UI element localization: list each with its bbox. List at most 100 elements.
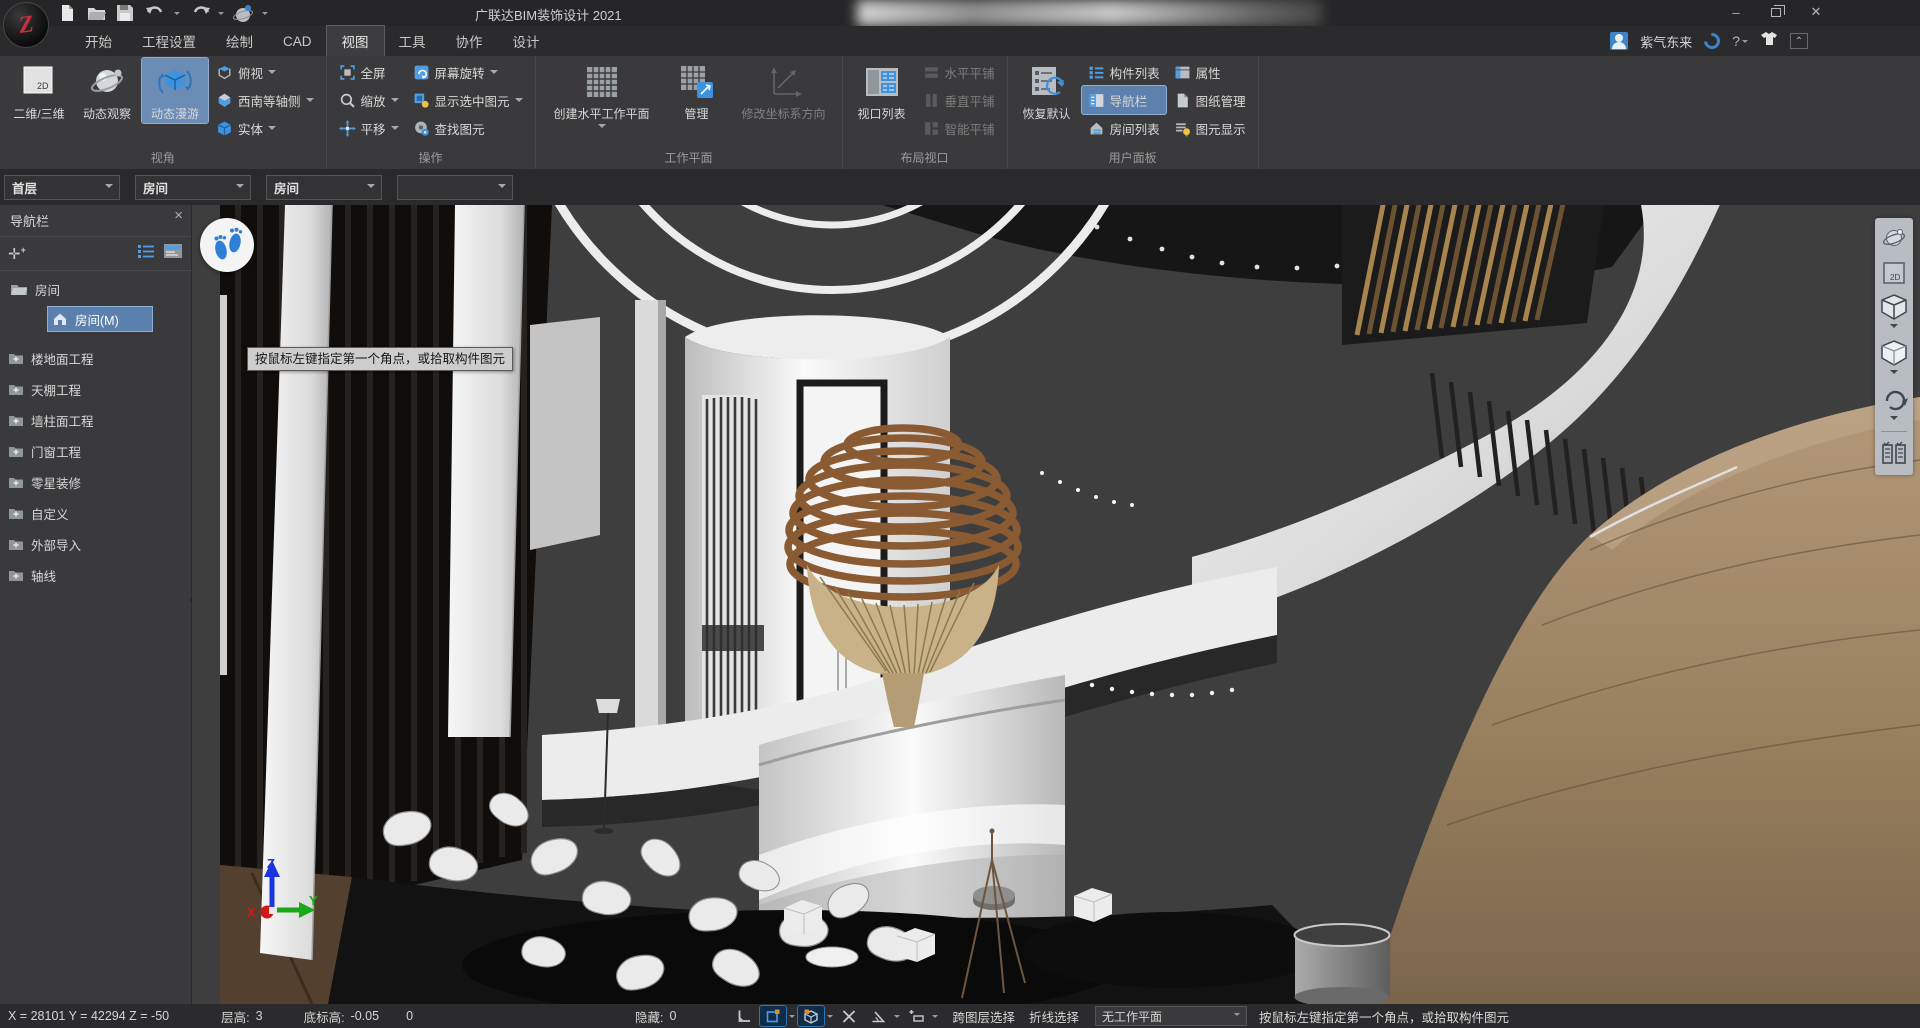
cube-select-mode-icon[interactable] <box>798 1006 824 1026</box>
close-icon[interactable]: ✕ <box>1807 4 1825 20</box>
floor-select[interactable]: 首层 <box>4 175 120 200</box>
angle-snap-caret-icon[interactable] <box>894 1015 900 1021</box>
snap-cross-icon[interactable] <box>836 1006 862 1026</box>
quick-access-more-icon[interactable] <box>262 12 268 18</box>
orbit-tool-icon[interactable] <box>1877 222 1911 256</box>
main-area: 导航栏 × ✛+ 房间 房间(M) <box>0 205 1920 1004</box>
open-file-icon[interactable] <box>87 4 107 22</box>
walk-mode-badge[interactable] <box>200 218 254 272</box>
tab-view[interactable]: 视图 <box>327 26 384 56</box>
measure-tool-icon[interactable] <box>903 1006 929 1026</box>
tab-start[interactable]: 开始 <box>70 26 127 56</box>
view-cube-2-icon[interactable] <box>1877 336 1911 370</box>
new-file-icon[interactable] <box>58 4 78 22</box>
angle-snap-icon[interactable] <box>865 1006 891 1026</box>
rect-select-mode-icon[interactable] <box>760 1006 786 1026</box>
btn-room-list[interactable]: 房间列表 <box>1082 114 1166 142</box>
tab-tools[interactable]: 工具 <box>384 26 441 56</box>
tree-item-door-window-works[interactable]: 门窗工程 <box>0 438 191 464</box>
btn-component-list[interactable]: 构件列表 <box>1082 58 1166 86</box>
save-icon[interactable] <box>116 4 136 22</box>
btn-element-display[interactable]: 图元显示 <box>1168 114 1252 142</box>
cross-layer-select-button[interactable]: 跨图层选择 <box>952 1007 1015 1026</box>
tab-collaborate[interactable]: 协作 <box>441 26 498 56</box>
dd-pan[interactable]: 平移 <box>333 114 405 142</box>
view-cube-caret-icon[interactable] <box>1890 324 1898 332</box>
panel-close-icon[interactable]: × <box>174 207 183 224</box>
view-cube-2-caret-icon[interactable] <box>1890 370 1898 378</box>
workplane-select[interactable]: 无工作平面 <box>1095 1006 1247 1026</box>
btn-navigation-bar[interactable]: 导航栏 <box>1082 86 1166 114</box>
sync-status-icon[interactable] <box>1701 30 1724 53</box>
ribbon-collapse-icon[interactable]: ⌃ <box>1790 33 1808 49</box>
axis-y-label: Y <box>309 893 318 908</box>
cube-select-caret-icon[interactable] <box>827 1015 833 1021</box>
measure-tool-caret-icon[interactable] <box>932 1015 938 1021</box>
top-view-caret-icon <box>268 70 276 78</box>
btn-create-workplane[interactable]: 创建水平工作平面 <box>542 58 662 133</box>
btn-viewport-list[interactable]: 视口列表 <box>849 58 915 123</box>
add-icon[interactable]: ✛+ <box>8 245 26 263</box>
polyline-select-button[interactable]: 折线选择 <box>1029 1007 1079 1026</box>
sync-sphere-icon[interactable] <box>233 4 253 22</box>
tab-project-settings[interactable]: 工程设置 <box>127 26 211 56</box>
redo-icon[interactable] <box>189 4 209 22</box>
viewport-3d[interactable]: 按鼠标左键指定第一个角点，或拾取构件图元 Z Y X 2D <box>192 205 1920 1004</box>
tree-item-room-m[interactable]: 房间(M) <box>48 307 152 331</box>
tree-item-external-import[interactable]: 外部导入 <box>0 531 191 557</box>
solid-caret-icon <box>268 126 276 134</box>
theme-icon[interactable] <box>1760 31 1778 51</box>
viewport-list-icon <box>861 61 903 103</box>
btn-dynamic-observe[interactable]: 动态观察 <box>74 58 140 123</box>
tab-design[interactable]: 设计 <box>498 26 555 56</box>
tree-item-misc-decoration[interactable]: 零星装修 <box>0 469 191 495</box>
user-avatar[interactable] <box>1610 32 1628 50</box>
display-settings-icon[interactable] <box>1877 437 1911 471</box>
dd-top-view[interactable]: 俯视 <box>210 58 320 86</box>
2d-3d-icon: 2D <box>18 61 60 103</box>
tree-item-ceiling-works[interactable]: 天棚工程 <box>0 376 191 402</box>
app-logo-icon[interactable]: Z <box>3 2 49 48</box>
btn-manage-workplane[interactable]: 管理 <box>664 58 730 123</box>
redo-dropdown-icon[interactable] <box>218 12 224 18</box>
panel-mode-icon[interactable] <box>163 243 183 264</box>
btn-dynamic-roam[interactable]: 动态漫游 <box>142 58 208 123</box>
btn-properties[interactable]: 属性 <box>1168 58 1252 86</box>
btn-find-element[interactable]: 查找图元 <box>407 114 529 142</box>
dd-screen-rotate[interactable]: 屏幕旋转 <box>407 58 529 86</box>
btn-restore-default[interactable]: 恢复默认 <box>1014 58 1080 123</box>
tree-item-room-folder[interactable]: 房间 <box>0 276 191 302</box>
rotate-view-caret-icon[interactable] <box>1890 416 1898 424</box>
btn-fullscreen[interactable]: 全屏 <box>333 58 405 86</box>
ortho-mode-icon[interactable] <box>731 1006 757 1026</box>
2d-view-icon[interactable]: 2D <box>1877 256 1911 290</box>
name-select[interactable] <box>397 175 513 200</box>
btn-drawing-manage[interactable]: 图纸管理 <box>1168 86 1252 114</box>
dd-show-selected[interactable]: 显示选中图元 <box>407 86 529 114</box>
tree-item-custom[interactable]: 自定义 <box>0 500 191 526</box>
tree-item-wall-column-works[interactable]: 墙柱面工程 <box>0 407 191 433</box>
type-select[interactable]: 房间 <box>266 175 382 200</box>
tab-cad[interactable]: CAD <box>268 26 327 56</box>
category-select[interactable]: 房间 <box>135 175 251 200</box>
rotate-view-icon[interactable] <box>1877 382 1911 416</box>
undo-icon[interactable] <box>145 4 165 22</box>
dd-sw-isometric[interactable]: 西南等轴侧 <box>210 86 320 114</box>
show-selected-icon <box>413 92 430 109</box>
tree-item-floor-works[interactable]: 楼地面工程 <box>0 345 191 371</box>
restore-icon[interactable] <box>1767 4 1785 20</box>
name-select-caret-icon <box>492 176 512 199</box>
floor-height-label: 层高: <box>221 1007 249 1026</box>
btn-2d-3d[interactable]: 2D 二维/三维 <box>6 58 72 123</box>
view-cube-icon[interactable] <box>1877 290 1911 324</box>
tree-item-axis-lines[interactable]: 轴线 <box>0 562 191 588</box>
dd-zoom[interactable]: 缩放 <box>333 86 405 114</box>
dd-solid[interactable]: 实体 <box>210 114 320 142</box>
rect-select-caret-icon[interactable] <box>789 1015 795 1021</box>
tab-draw[interactable]: 绘制 <box>211 26 268 56</box>
undo-dropdown-icon[interactable] <box>174 12 180 18</box>
list-view-icon[interactable] <box>137 243 155 264</box>
help-menu[interactable]: ? <box>1732 33 1748 49</box>
minimize-icon[interactable]: – <box>1727 4 1745 20</box>
create-workplane-caret-icon <box>598 124 606 132</box>
